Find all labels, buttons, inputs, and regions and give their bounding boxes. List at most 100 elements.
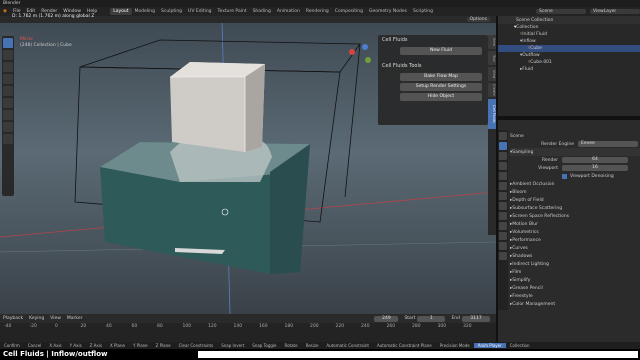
- start-frame-field[interactable]: 1: [417, 315, 446, 322]
- data-props-icon[interactable]: [499, 242, 507, 250]
- gizmo-z-icon[interactable]: [362, 44, 368, 50]
- menu-marker[interactable]: Marker: [64, 316, 86, 321]
- setup-render-settings-button[interactable]: Setup Render Settings: [400, 83, 482, 91]
- move-icon[interactable]: [3, 62, 13, 72]
- world-props-icon[interactable]: [499, 182, 507, 190]
- section-cell-fluids[interactable]: Cell Fluids: [378, 35, 488, 45]
- prop-section[interactable]: ▸ Simplify: [510, 276, 640, 284]
- object-props-icon[interactable]: [499, 192, 507, 200]
- prop-section[interactable]: ▸ Color Management: [510, 300, 640, 308]
- tab-layout[interactable]: Layout: [110, 8, 132, 15]
- viewport-samples-field[interactable]: 16: [562, 165, 628, 171]
- timeline-tick: 160: [259, 324, 268, 329]
- prop-section[interactable]: ▸ Indirect Lighting: [510, 260, 640, 268]
- tab-sculpting[interactable]: Sculpting: [158, 8, 185, 15]
- prop-section[interactable]: ▸ Volumetrics: [510, 228, 640, 236]
- tool-shelf: [2, 36, 14, 196]
- select-box-icon[interactable]: [3, 38, 13, 48]
- menu-keying[interactable]: Keying: [26, 316, 47, 321]
- prop-section[interactable]: ▸ Subsurface Scattering: [510, 204, 640, 212]
- prop-section[interactable]: ▸ Ambient Occlusion: [510, 180, 640, 188]
- outliner-row-selected[interactable]: ▿ Cube: [498, 45, 640, 52]
- tab-create[interactable]: Create: [488, 83, 496, 97]
- timeline-tick: 140: [233, 324, 243, 329]
- cursor-icon[interactable]: [3, 50, 13, 60]
- checkbox-icon[interactable]: [562, 173, 567, 179]
- outliner-row[interactable]: ▾ Inflow: [498, 38, 640, 45]
- material-props-icon[interactable]: [499, 252, 507, 260]
- status-hint: Confirm: [4, 343, 20, 348]
- prop-section[interactable]: ▸ Film: [510, 268, 640, 276]
- scene-selector[interactable]: Scene: [536, 9, 586, 14]
- tab-scripting[interactable]: Scripting: [410, 8, 436, 15]
- gizmo-y-icon[interactable]: [365, 57, 371, 63]
- gizmo-x-icon[interactable]: [349, 49, 355, 55]
- physics-props-icon[interactable]: [499, 222, 507, 230]
- outliner-row[interactable]: ▾ Outflow: [498, 52, 640, 59]
- rotate-icon[interactable]: [3, 74, 13, 84]
- tab-texture-paint[interactable]: Texture Paint: [215, 8, 250, 15]
- outliner-row[interactable]: ▸ Fluid: [498, 66, 640, 73]
- section-cell-fluids-tools[interactable]: Cell Fluids Tools: [378, 61, 488, 71]
- viewport-collection-text: (248) Collection | Cube: [20, 43, 72, 48]
- tab-cell-fluids[interactable]: Cell Fluids: [488, 99, 496, 129]
- particles-props-icon[interactable]: [499, 212, 507, 220]
- tab-shading[interactable]: Shading: [250, 8, 274, 15]
- scene-props-icon[interactable]: [499, 172, 507, 180]
- scene-collection-label[interactable]: Scene Collection: [516, 18, 553, 23]
- new-fluid-button[interactable]: New Fluid: [400, 47, 482, 55]
- timeline-tick: 80: [157, 324, 163, 329]
- tab-uv-editing[interactable]: UV Editing: [185, 8, 214, 15]
- end-frame-field[interactable]: 3117: [462, 315, 490, 322]
- measure-icon[interactable]: [3, 122, 13, 132]
- tab-geometry-nodes[interactable]: Geometry Nodes: [366, 8, 410, 15]
- bake-flow-map-button[interactable]: Bake Flow Map: [400, 73, 482, 81]
- prop-section[interactable]: ▸ Grease Pencil: [510, 284, 640, 292]
- tab-view[interactable]: View: [488, 67, 496, 81]
- tab-tool[interactable]: Tool: [488, 51, 496, 65]
- transform-icon[interactable]: [3, 98, 13, 108]
- scale-icon[interactable]: [3, 86, 13, 96]
- prop-section[interactable]: ▸ Shadows: [510, 252, 640, 260]
- render-engine-dropdown[interactable]: Eevee: [578, 141, 638, 147]
- annotate-icon[interactable]: [3, 110, 13, 120]
- tab-rendering[interactable]: Rendering: [303, 8, 332, 15]
- menu-view[interactable]: View: [47, 316, 64, 321]
- timeline-tick: 180: [284, 324, 294, 329]
- outliner-row[interactable]: ▾ Collection: [498, 24, 640, 31]
- constraints-props-icon[interactable]: [499, 232, 507, 240]
- tab-animation[interactable]: Animation: [274, 8, 303, 15]
- tab-modeling[interactable]: Modeling: [132, 8, 158, 15]
- output-props-icon[interactable]: [499, 152, 507, 160]
- modifier-props-icon[interactable]: [499, 202, 507, 210]
- add-cube-icon[interactable]: [3, 134, 13, 144]
- prop-section[interactable]: ▸ Curves: [510, 244, 640, 252]
- timeline-tick: 240: [361, 324, 370, 329]
- timeline-header: Playback Keying View Marker 249 Start 1 …: [0, 314, 496, 323]
- render-props-icon[interactable]: [499, 142, 507, 150]
- view-layer-props-icon[interactable]: [499, 162, 507, 170]
- sampling-section[interactable]: ▾ Sampling: [510, 148, 640, 156]
- prop-section[interactable]: ▸ Freestyle: [510, 292, 640, 300]
- view-layer-selector[interactable]: ViewLayer: [590, 9, 640, 14]
- tab-item[interactable]: Item: [488, 35, 496, 49]
- viewport-samples-row: Viewport 16: [510, 164, 640, 172]
- tab-compositing[interactable]: Compositing: [332, 8, 366, 15]
- outliner-row[interactable]: ▿ Initial Fluid: [498, 31, 640, 38]
- prop-section[interactable]: ▸ Bloom: [510, 188, 640, 196]
- tool-props-icon[interactable]: [499, 132, 507, 140]
- render-samples-field[interactable]: 64: [562, 157, 628, 163]
- hide-object-button[interactable]: Hide Object: [400, 93, 482, 101]
- options-button[interactable]: Options: [466, 17, 490, 22]
- prop-section[interactable]: ▸ Screen Space Reflections: [510, 212, 640, 220]
- menu-playback[interactable]: Playback: [0, 316, 26, 321]
- prop-section[interactable]: ▸ Motion Blur: [510, 220, 640, 228]
- properties-tabs: [498, 130, 508, 310]
- prop-section[interactable]: ▸ Performance: [510, 236, 640, 244]
- current-frame-field[interactable]: 249: [374, 315, 399, 322]
- blender-logo-icon[interactable]: ◉: [0, 9, 10, 14]
- viewport-denoising-row[interactable]: Viewport Denoising: [510, 172, 640, 180]
- prop-section[interactable]: ▸ Depth of Field: [510, 196, 640, 204]
- domain-box-edge: [344, 43, 361, 198]
- outliner-row[interactable]: ▿ Cube.001: [498, 59, 640, 66]
